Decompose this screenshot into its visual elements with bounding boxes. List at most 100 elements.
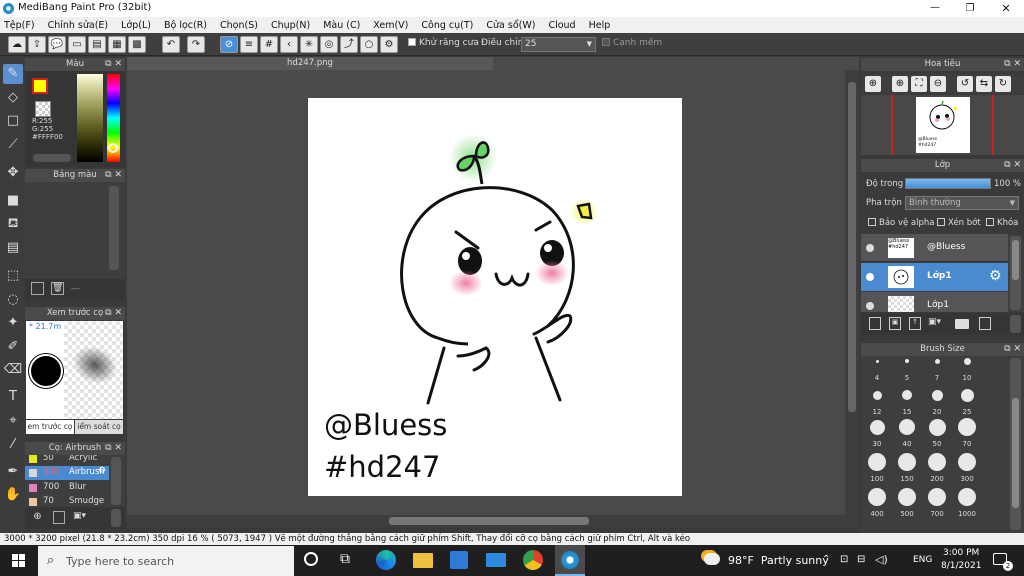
- windows-start-icon[interactable]: [12, 554, 26, 568]
- upload-icon[interactable]: ⇪: [28, 36, 46, 53]
- brush-size-option[interactable]: 700: [922, 486, 952, 518]
- brush-size-option[interactable]: 5: [892, 356, 922, 382]
- drawing-canvas[interactable]: @Bluess #hd247: [308, 98, 682, 496]
- gradient-tool-icon[interactable]: ▤: [3, 238, 23, 258]
- operation-tool-icon[interactable]: ⌖: [3, 411, 23, 431]
- visibility-eye-icon[interactable]: [866, 244, 874, 252]
- opacity-slider[interactable]: [905, 178, 991, 189]
- brush-menu-icon[interactable]: ▣▾: [73, 511, 93, 524]
- snap-off-icon[interactable]: ⊘: [220, 36, 238, 53]
- new-halftone-layer-icon[interactable]: ▣: [889, 317, 901, 330]
- close-button[interactable]: ✕: [988, 0, 1024, 17]
- new-file-icon[interactable]: ▭: [68, 36, 86, 53]
- brush-size-option[interactable]: 70: [952, 416, 982, 448]
- primary-color-swatch[interactable]: [32, 78, 48, 94]
- brush-size-option[interactable]: 400: [862, 486, 892, 518]
- brush-list-scrollbar[interactable]: [111, 457, 121, 505]
- panel-controls-icon[interactable]: ⧉ ✕: [105, 169, 122, 182]
- file-explorer-icon[interactable]: [413, 553, 433, 568]
- new-layer-icon[interactable]: [869, 317, 881, 330]
- brush-footer-scrollbar[interactable]: [111, 509, 121, 527]
- menu-color[interactable]: Màu (C): [323, 20, 360, 31]
- clock-date[interactable]: 8/1/2021: [941, 561, 981, 571]
- layer-menu-icon[interactable]: ▣▾: [928, 317, 950, 330]
- layer-row[interactable]: @Bluess #hd247 @Bluess: [861, 234, 1008, 262]
- menu-view[interactable]: Xem(V): [373, 20, 408, 31]
- tray-chevron-icon[interactable]: ⌃: [822, 554, 830, 565]
- chrome-icon[interactable]: [523, 550, 543, 570]
- panel-controls-icon[interactable]: ⧉ ✕: [105, 58, 122, 71]
- layer-list-scrollbar[interactable]: [1010, 236, 1021, 310]
- task-view-icon[interactable]: ⧉: [340, 551, 350, 567]
- brush-size-option[interactable]: 500: [892, 486, 922, 518]
- clipping-toggle[interactable]: Xén bớt: [937, 218, 981, 228]
- menu-tools[interactable]: Công cụ(T): [421, 20, 473, 31]
- zoom-in-small-icon[interactable]: ⊕: [892, 76, 908, 92]
- brush-size-option[interactable]: 7: [922, 356, 952, 382]
- text-tool-icon[interactable]: T: [3, 387, 23, 407]
- lock-toggle[interactable]: Khóa: [986, 218, 1018, 228]
- brush-settings-gear-icon[interactable]: ⚙: [98, 466, 106, 476]
- line-tool-icon[interactable]: ⟋: [3, 135, 23, 155]
- cross-snap-icon[interactable]: #: [260, 36, 278, 53]
- radial-snap-icon[interactable]: ✳: [300, 36, 318, 53]
- menu-select[interactable]: Chọn(S): [220, 20, 258, 31]
- network-icon[interactable]: ⊟: [857, 554, 865, 565]
- list-item[interactable]: 50 Acrylic: [25, 455, 109, 465]
- redo-icon[interactable]: ↷: [187, 36, 205, 53]
- brush-size-option[interactable]: 200: [922, 451, 952, 483]
- visibility-eye-icon[interactable]: [866, 273, 874, 281]
- adjust-dropdown[interactable]: 25 ▼: [521, 37, 596, 52]
- zoom-in-icon[interactable]: ⊕: [865, 76, 881, 92]
- weather-icon[interactable]: [704, 553, 720, 565]
- preview-tab-preview[interactable]: em trước cọ: [26, 420, 74, 434]
- brush-tool-icon[interactable]: ✎: [3, 64, 23, 84]
- duplicate-layer-icon[interactable]: [979, 317, 991, 330]
- new-brush-icon[interactable]: [53, 511, 65, 524]
- brush-size-option[interactable]: 40: [892, 416, 922, 448]
- brush-size-option[interactable]: 15: [892, 384, 922, 416]
- list-item[interactable]: 70 Smudge: [25, 495, 109, 507]
- brush-size-option[interactable]: 300: [952, 451, 982, 483]
- navigator-preview[interactable]: @Bluess #hd247: [861, 95, 1024, 155]
- menu-snap[interactable]: Chụp(N): [271, 20, 310, 31]
- delete-palette-icon[interactable]: 🗑: [51, 282, 64, 295]
- pen-tool-icon[interactable]: ✒: [3, 462, 23, 482]
- menu-file[interactable]: Tệp(F): [4, 20, 35, 31]
- antialias-toggle[interactable]: Khử răng cưa: [408, 38, 479, 48]
- layer-row[interactable]: Lớp1: [861, 292, 1008, 312]
- eyedropper-tool-icon[interactable]: ⁄: [3, 435, 23, 455]
- curve-snap-icon[interactable]: ⤴: [340, 36, 358, 53]
- panel-controls-icon[interactable]: ⧉ ✕: [105, 442, 122, 455]
- menu-help[interactable]: Help: [589, 20, 611, 31]
- concentric-snap-icon[interactable]: ◎: [320, 36, 338, 53]
- menu-window[interactable]: Cửa sổ(W): [486, 20, 535, 31]
- comment-icon[interactable]: 💬: [48, 36, 66, 53]
- parallel-snap-icon[interactable]: ≡: [240, 36, 258, 53]
- protect-alpha-toggle[interactable]: Bảo vệ alpha: [868, 218, 934, 228]
- store-icon[interactable]: [450, 551, 468, 569]
- mail-icon[interactable]: [486, 553, 506, 567]
- panel-controls-icon[interactable]: ⧉ ✕: [105, 307, 122, 320]
- palette-scrollbar[interactable]: [109, 186, 119, 270]
- add-brush-icon[interactable]: ⊕: [31, 511, 44, 524]
- fit-screen-icon[interactable]: ⛶: [911, 76, 927, 92]
- page-icon[interactable]: ▤: [88, 36, 106, 53]
- menu-layer[interactable]: Lớp(L): [121, 20, 151, 31]
- cloud-icon[interactable]: ☁: [8, 36, 26, 53]
- circle-snap-icon[interactable]: ○: [360, 36, 378, 53]
- language-indicator[interactable]: ENG: [913, 555, 932, 565]
- menu-edit[interactable]: Chỉnh sửa(E): [48, 20, 109, 31]
- hand-tool-icon[interactable]: ✋: [3, 485, 23, 505]
- edge-browser-icon[interactable]: [376, 550, 396, 570]
- panel-controls-icon[interactable]: ⧉ ✕: [1004, 343, 1021, 356]
- move-tool-icon[interactable]: ✥: [3, 163, 23, 183]
- list-item[interactable]: 700 Blur: [25, 481, 109, 494]
- tray-app-icon[interactable]: ⊡: [840, 554, 848, 565]
- brush-size-option[interactable]: 10: [952, 356, 982, 382]
- settings-gear-icon[interactable]: ⚙: [380, 36, 398, 53]
- clock-time[interactable]: 3:00 PM: [943, 548, 979, 558]
- layer-row[interactable]: Lớp1 ⚙: [861, 263, 1008, 291]
- tile-icon[interactable]: ▩: [128, 36, 146, 53]
- brush-size-option[interactable]: 50: [922, 416, 952, 448]
